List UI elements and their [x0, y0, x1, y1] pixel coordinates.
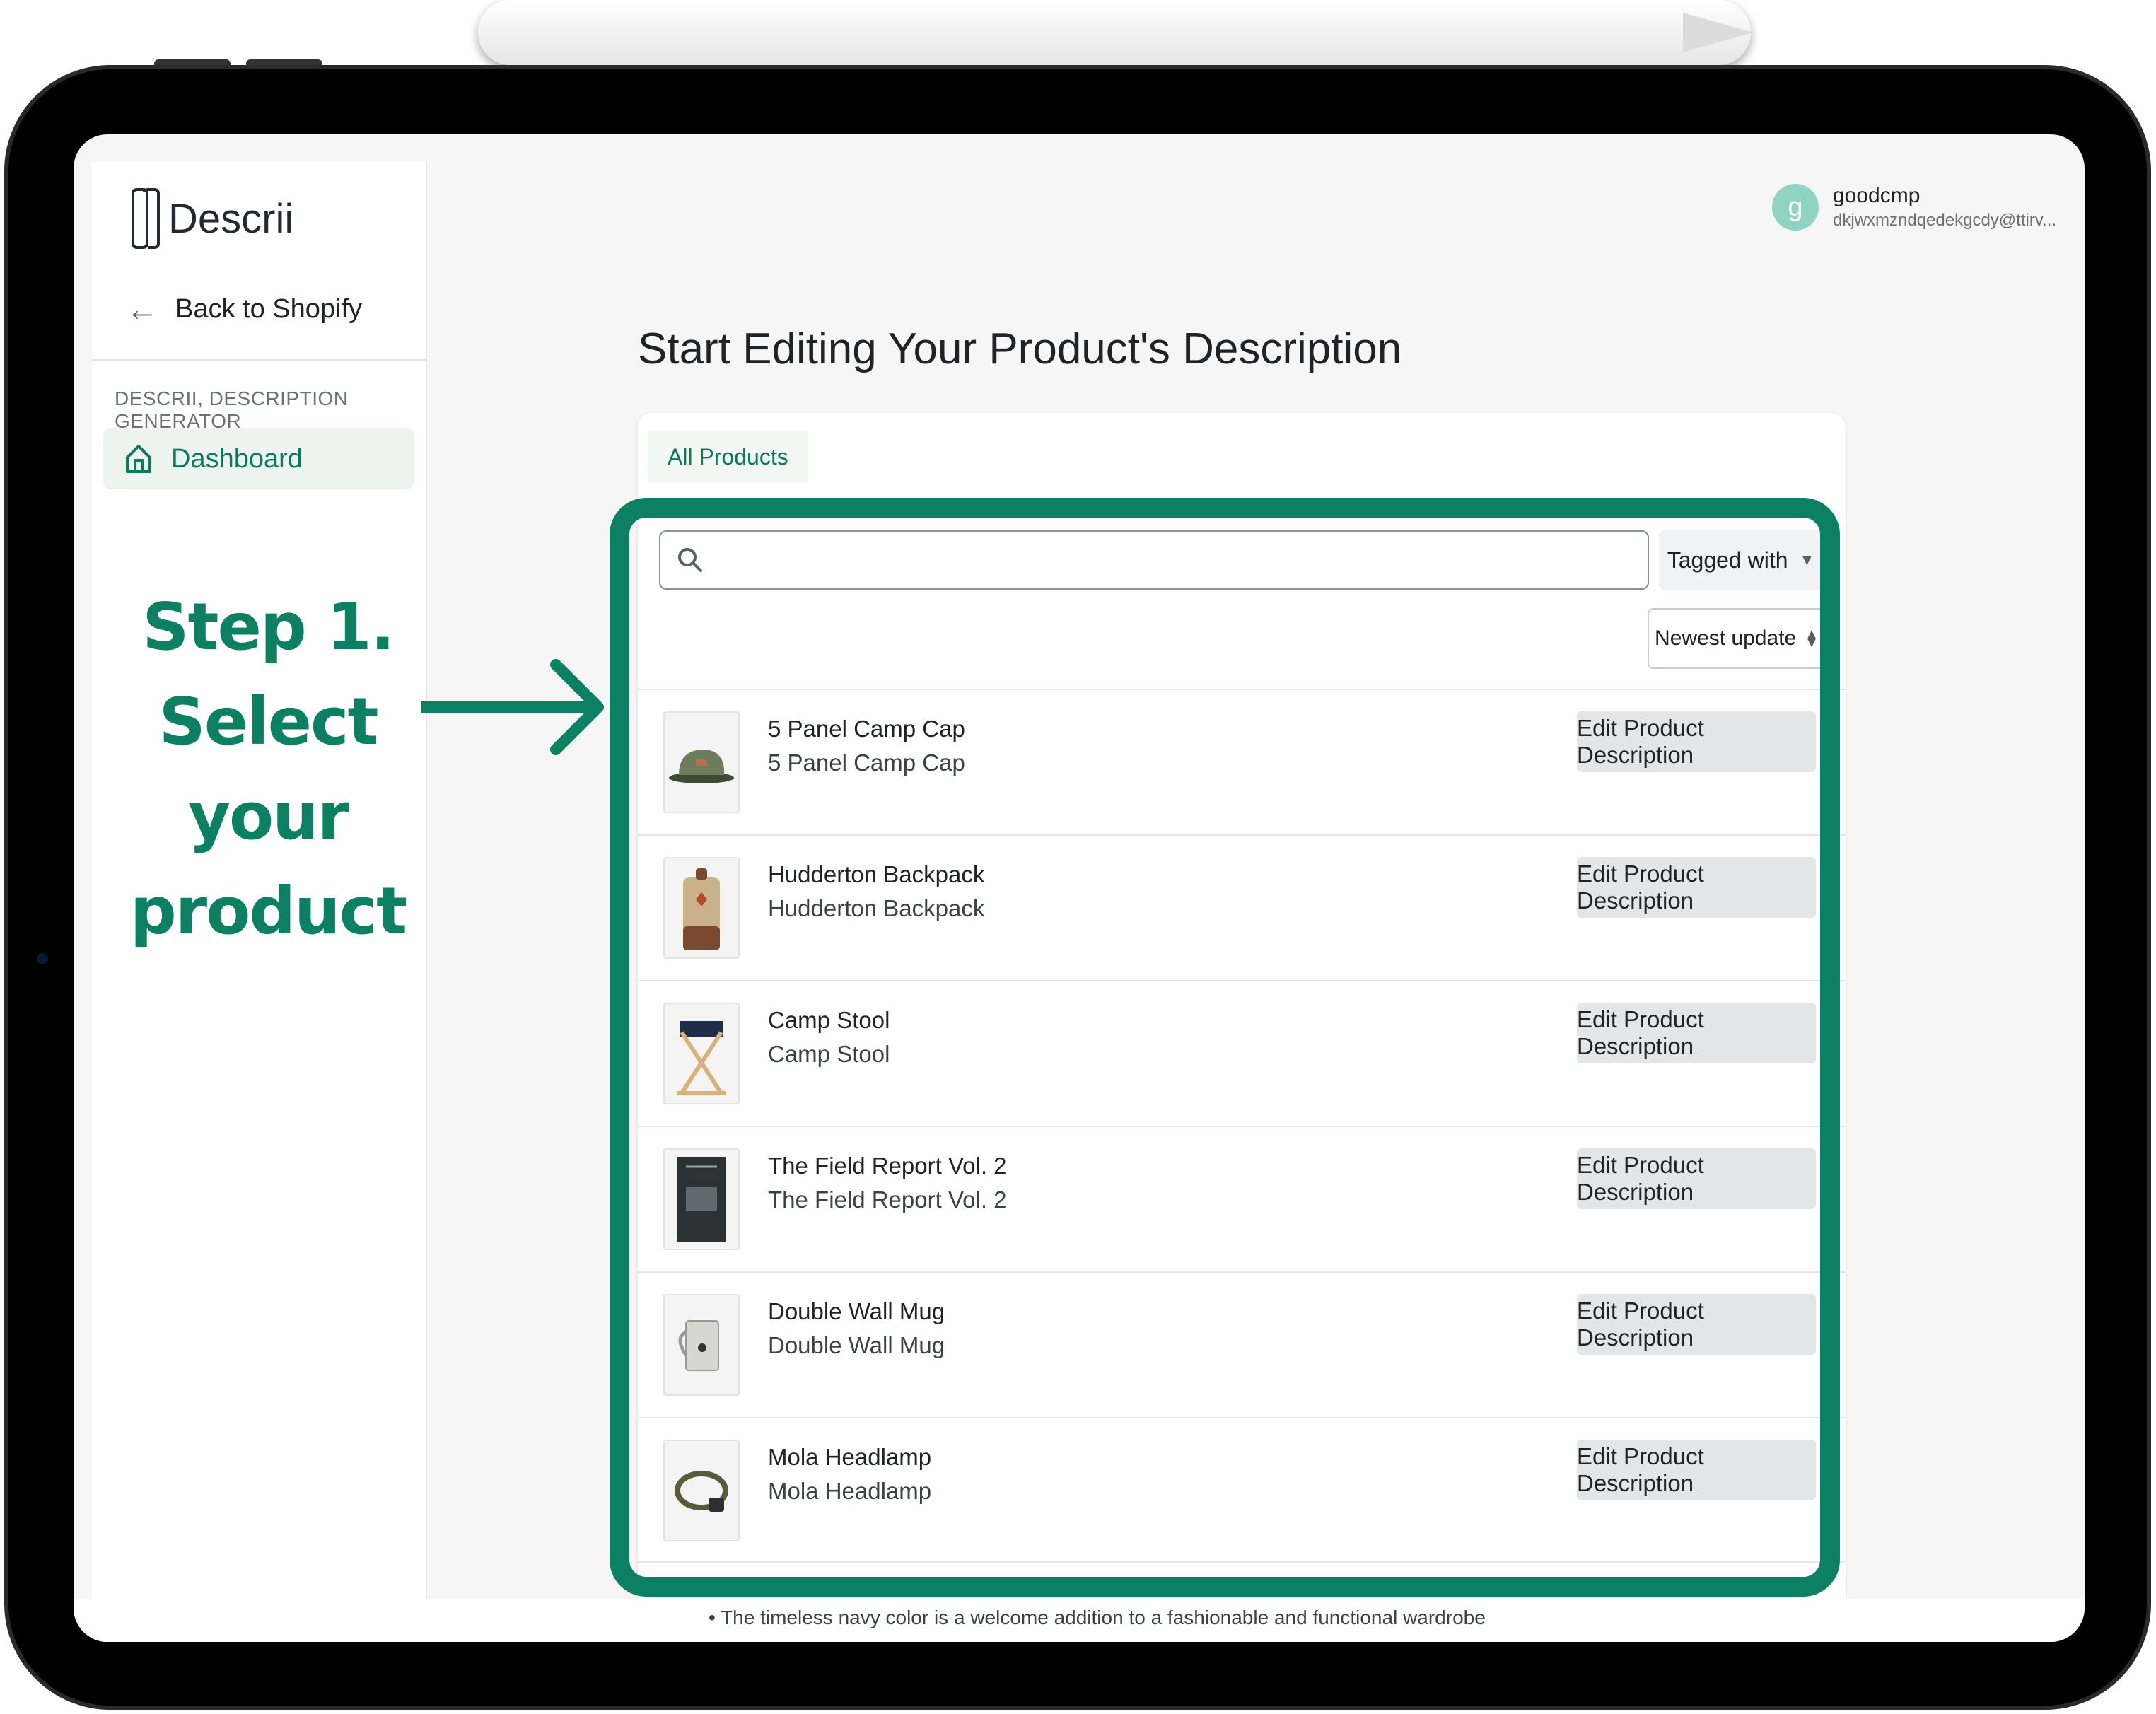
cap-image-icon: [669, 750, 734, 783]
product-row[interactable]: Hudderton Backpack Hudderton Backpack Ed…: [638, 834, 1846, 980]
product-subtitle: Hudderton Backpack: [768, 895, 985, 921]
apple-pencil-tip: [1683, 13, 1754, 52]
edit-product-description-button[interactable]: Edit Product Description: [1577, 1003, 1816, 1063]
avatar: g: [1772, 184, 1819, 231]
partial-product-row: [638, 1561, 1846, 1591]
home-icon: [126, 445, 151, 473]
product-title: The Field Report Vol. 2: [768, 1153, 1007, 1179]
logo-text: Descrii: [168, 195, 294, 242]
sidebar-section-title: DESCRII, DESCRIPTION GENERATOR: [115, 387, 349, 432]
edit-product-description-button[interactable]: Edit Product Description: [1577, 711, 1816, 772]
step-line-2: Select your: [158, 684, 378, 854]
product-title: Hudderton Backpack: [768, 861, 985, 887]
sort-select[interactable]: Newest update ▲ ▼: [1648, 608, 1826, 669]
back-label: Back to Shopify: [175, 293, 363, 324]
search-icon: [678, 548, 702, 572]
product-thumbnail: [663, 857, 740, 959]
product-subtitle: Camp Stool: [768, 1041, 890, 1067]
mug-image-icon: [678, 1320, 719, 1371]
product-row[interactable]: Double Wall Mug Double Wall Mug Edit Pro…: [638, 1271, 1846, 1417]
user-email: dkjwxmzndqedekgcdy@ttirv...: [1833, 211, 2057, 230]
sort-label: Newest update: [1655, 626, 1797, 650]
tagged-with-filter[interactable]: Tagged with ▼: [1659, 530, 1823, 590]
product-subtitle: The Field Report Vol. 2: [768, 1187, 1007, 1213]
product-title: Mola Headlamp: [768, 1444, 932, 1470]
product-subtitle: Double Wall Mug: [768, 1332, 945, 1358]
caret-down-icon: ▼: [1799, 551, 1815, 569]
product-subtitle: Mola Headlamp: [768, 1478, 932, 1504]
product-row[interactable]: Mola Headlamp Mola Headlamp Edit Product…: [638, 1417, 1846, 1563]
step-line-1: Step 1.: [142, 589, 395, 665]
product-row[interactable]: Camp Stool Camp Stool Edit Product Descr…: [638, 980, 1846, 1126]
step-line-3: product: [129, 873, 407, 949]
product-thumbnail: [663, 711, 740, 813]
product-thumbnail: [663, 1003, 740, 1104]
user-menu[interactable]: g goodcmp dkjwxmzndqedekgcdy@ttirv...: [1772, 184, 2056, 231]
apple-pencil: [478, 0, 1751, 65]
app-logo: Descrii: [129, 187, 293, 250]
arrow-right-icon: [421, 659, 604, 755]
user-name: goodcmp: [1833, 184, 1921, 207]
backpack-image-icon: [683, 868, 720, 950]
edit-product-description-button[interactable]: Edit Product Description: [1577, 1148, 1816, 1209]
sidebar-divider: [92, 359, 426, 361]
edit-product-description-button[interactable]: Edit Product Description: [1577, 1294, 1816, 1355]
book-image-icon: [677, 1157, 726, 1242]
products-card: All Products Tagged with ▼ Newest update…: [638, 413, 1846, 1642]
filter-label: Tagged with: [1667, 547, 1788, 573]
product-subtitle: 5 Panel Camp Cap: [768, 750, 965, 776]
product-row[interactable]: The Field Report Vol. 2 The Field Report…: [638, 1126, 1846, 1271]
product-thumbnail: [663, 1148, 740, 1250]
edit-product-description-button[interactable]: Edit Product Description: [1577, 1440, 1816, 1500]
descrii-logo-icon: [132, 188, 160, 249]
tab-all-products[interactable]: All Products: [648, 431, 808, 483]
product-thumbnail: [663, 1440, 740, 1541]
sort-caret-icon: ▲ ▼: [1805, 626, 1819, 651]
user-info: goodcmp dkjwxmzndqedekgcdy@ttirv...: [1833, 184, 2056, 231]
product-title: Double Wall Mug: [768, 1298, 945, 1324]
page-title: Start Editing Your Product's Description: [638, 325, 1402, 373]
arrow-left-icon: ←: [126, 291, 158, 327]
product-title: Camp Stool: [768, 1007, 890, 1033]
search-input[interactable]: [659, 530, 1649, 590]
app-screen: Descrii ← Back to Shopify DESCRII, DESCR…: [74, 134, 2085, 1642]
product-thumbnail: [663, 1294, 740, 1396]
edit-product-description-button[interactable]: Edit Product Description: [1577, 857, 1816, 918]
stool-image-icon: [677, 1021, 726, 1095]
headlamp-image-icon: [675, 1471, 728, 1512]
sidebar-item-label: Dashboard: [171, 443, 303, 474]
front-camera: [37, 953, 48, 964]
product-row[interactable]: 5 Panel Camp Cap 5 Panel Camp Cap Edit P…: [638, 689, 1846, 834]
product-title: 5 Panel Camp Cap: [768, 716, 965, 742]
product-list: 5 Panel Camp Cap 5 Panel Camp Cap Edit P…: [638, 689, 1846, 1563]
back-to-shopify-link[interactable]: ← Back to Shopify: [126, 290, 362, 328]
description-preview-text: • The timeless navy color is a welcome a…: [709, 1607, 1486, 1628]
sidebar-item-dashboard[interactable]: Dashboard: [103, 428, 414, 489]
step-annotation: Step 1. Select your product: [102, 580, 434, 959]
